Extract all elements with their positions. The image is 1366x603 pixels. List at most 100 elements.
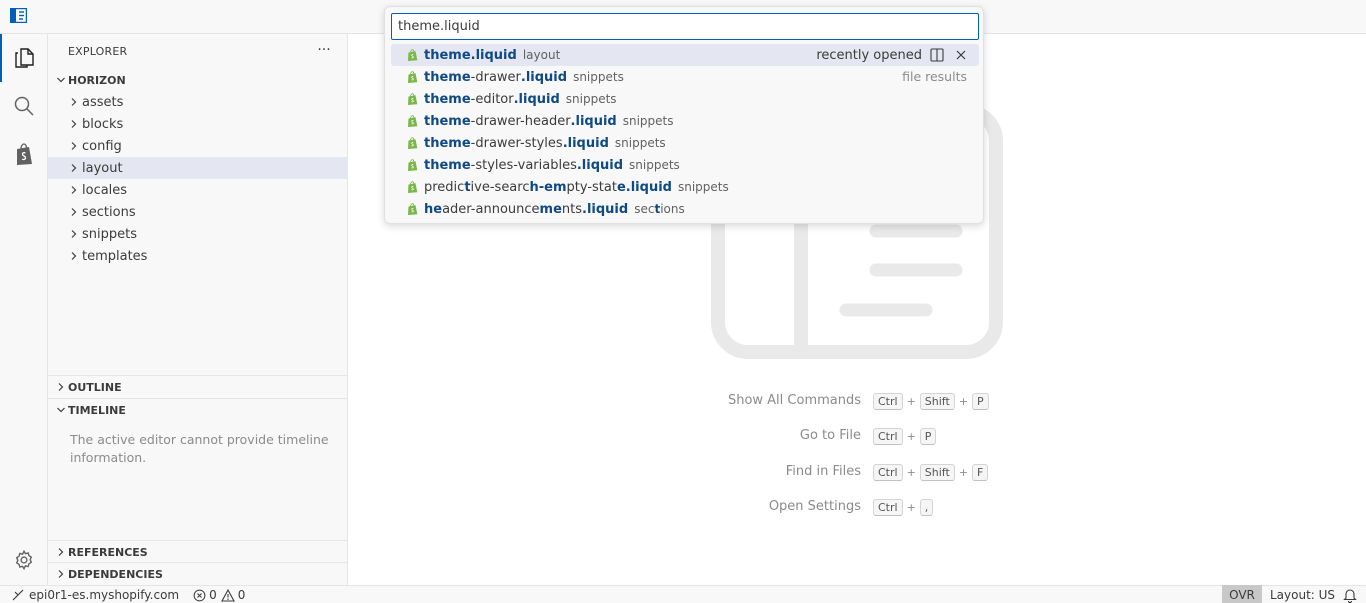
folder-part: snippets xyxy=(629,158,680,172)
key-separator: + xyxy=(958,465,969,479)
result-filename: theme-styles-variables.liquid xyxy=(424,158,623,173)
quick-open-result[interactable]: theme-drawer.liquid snippets file results xyxy=(391,66,979,88)
folder-sections[interactable]: sections xyxy=(48,201,348,223)
folder-part: snippets xyxy=(677,180,729,194)
activity-search[interactable] xyxy=(0,82,48,130)
keycap: P xyxy=(919,427,937,445)
chevron-right-icon xyxy=(71,120,77,128)
bell-icon[interactable] xyxy=(1342,587,1358,603)
folder-templates[interactable]: templates xyxy=(48,245,348,267)
result-folder: layout xyxy=(523,48,560,62)
keyboard-layout-indicator[interactable]: Layout: US xyxy=(1270,586,1335,603)
folder-label: config xyxy=(82,138,122,154)
quick-open-result[interactable]: theme-drawer-styles.liquid snippets xyxy=(391,132,979,154)
quick-open-result[interactable]: theme-editor.liquid snippets xyxy=(391,88,979,110)
match-highlight: .liquid xyxy=(582,201,629,217)
keycap: Shift xyxy=(919,392,955,410)
remote-icon xyxy=(12,589,24,601)
keycap: Ctrl xyxy=(873,498,903,516)
explorer-title: EXPLORER xyxy=(68,45,128,58)
quick-open-input[interactable] xyxy=(391,13,979,40)
match-highlight: e.liquid xyxy=(616,179,672,195)
gear-icon xyxy=(15,549,33,571)
folder-layout[interactable]: layout xyxy=(48,157,348,179)
chevron-right-icon xyxy=(71,98,77,106)
quick-open-panel: theme.liquidlayoutrecently openedtheme-d… xyxy=(384,6,984,224)
chevron-right-icon xyxy=(71,142,77,150)
result-filename: theme-editor.liquid xyxy=(424,92,560,107)
shortcut-row: Go to File Ctrl + P xyxy=(348,426,1366,446)
file-icon-wrapper xyxy=(405,136,419,150)
vscode-layout-icon[interactable] xyxy=(10,8,27,23)
folder-part: snippets xyxy=(565,92,617,106)
activity-settings[interactable] xyxy=(0,536,48,584)
match-highlight: theme xyxy=(424,113,471,129)
overtype-indicator[interactable]: OVR xyxy=(1222,585,1262,603)
folder-label: layout xyxy=(82,160,123,176)
files-icon xyxy=(15,48,34,68)
chevron-right-icon xyxy=(71,186,77,194)
folder-part: snippets xyxy=(614,136,666,150)
file-icon-wrapper xyxy=(405,158,419,172)
folder-label: sections xyxy=(82,204,136,220)
file-icon-wrapper xyxy=(405,114,419,128)
folder-blocks[interactable]: blocks xyxy=(48,113,348,135)
match-highlight: .liquid xyxy=(570,113,617,129)
folder-snippets[interactable]: snippets xyxy=(48,223,348,245)
quick-open-result[interactable]: predictive-search-empty-state.liquid snip… xyxy=(391,176,979,198)
file-icon-wrapper xyxy=(405,70,419,84)
shortcut-label[interactable]: Find in Files xyxy=(786,462,861,482)
workspace-name: HORIZON xyxy=(68,73,126,87)
shortcut-label[interactable]: Go to File xyxy=(800,426,861,446)
shopify-liquid-file-icon xyxy=(407,115,417,127)
outline-header[interactable]: OUTLINE xyxy=(48,376,348,398)
references-header[interactable]: REFERENCES xyxy=(48,541,348,563)
shortcut-label[interactable]: Open Settings xyxy=(769,497,861,517)
folder-assets[interactable]: assets xyxy=(48,91,348,113)
more-actions-button[interactable]: ··· xyxy=(314,40,334,60)
result-filename: header-announcements.liquid xyxy=(424,202,628,217)
remote-indicator[interactable]: epi0r1-es.myshopify.com xyxy=(8,586,183,603)
filename-part: -styles-variables xyxy=(470,157,577,173)
activity-explorer[interactable] xyxy=(0,34,48,82)
folder-part: snippets xyxy=(622,114,674,128)
timeline-message: The active editor cannot provide timelin… xyxy=(70,432,329,465)
folder-label: blocks xyxy=(82,116,124,132)
split-editor-icon[interactable] xyxy=(930,48,944,62)
filename-part: predic xyxy=(424,179,465,195)
folder-label: templates xyxy=(82,248,148,264)
match-highlight: me xyxy=(539,201,562,217)
references-label: REFERENCES xyxy=(68,545,148,559)
filename-part: -drawer-styles xyxy=(470,135,563,151)
match-highlight: .liquid xyxy=(520,69,568,85)
folder-locales[interactable]: locales xyxy=(48,179,348,201)
shopify-bag-icon xyxy=(17,143,32,165)
search-icon xyxy=(14,96,34,116)
match-highlight: h-em xyxy=(529,179,567,195)
problems-indicator[interactable]: 0 0 xyxy=(189,586,249,603)
quick-open-result[interactable]: theme-drawer-header.liquid snippets xyxy=(391,110,979,132)
quick-open-result[interactable]: theme.liquid layout recently opened xyxy=(391,44,979,66)
shortcut-label[interactable]: Show All Commands xyxy=(728,391,861,411)
match-highlight: .liquid xyxy=(562,135,609,151)
folder-config[interactable]: config xyxy=(48,135,348,157)
activity-shopify[interactable] xyxy=(0,130,48,178)
keycap: Shift xyxy=(919,463,955,481)
shopify-liquid-file-icon xyxy=(407,71,417,83)
quick-open-result[interactable]: header-announcements.liquid sections xyxy=(391,198,979,220)
chevron-down-icon xyxy=(57,407,65,413)
shopify-liquid-file-icon xyxy=(407,181,417,193)
folder-label: snippets xyxy=(82,226,137,242)
workspace-header[interactable]: HORIZON xyxy=(48,69,348,91)
close-icon[interactable] xyxy=(955,49,967,61)
filename-part: -drawer xyxy=(470,69,521,85)
remote-label: epi0r1-es.myshopify.com xyxy=(29,588,180,602)
chevron-right-icon xyxy=(71,252,77,260)
timeline-header[interactable]: TIMELINE xyxy=(48,399,348,421)
dependencies-header[interactable]: DEPENDENCIES xyxy=(48,563,348,585)
file-icon-wrapper xyxy=(405,202,419,216)
filename-part: ader-announce xyxy=(442,201,540,217)
filename-part: ive-searc xyxy=(470,179,530,195)
quick-open-result[interactable]: theme-styles-variables.liquid snippets xyxy=(391,154,979,176)
warning-icon xyxy=(220,588,235,602)
